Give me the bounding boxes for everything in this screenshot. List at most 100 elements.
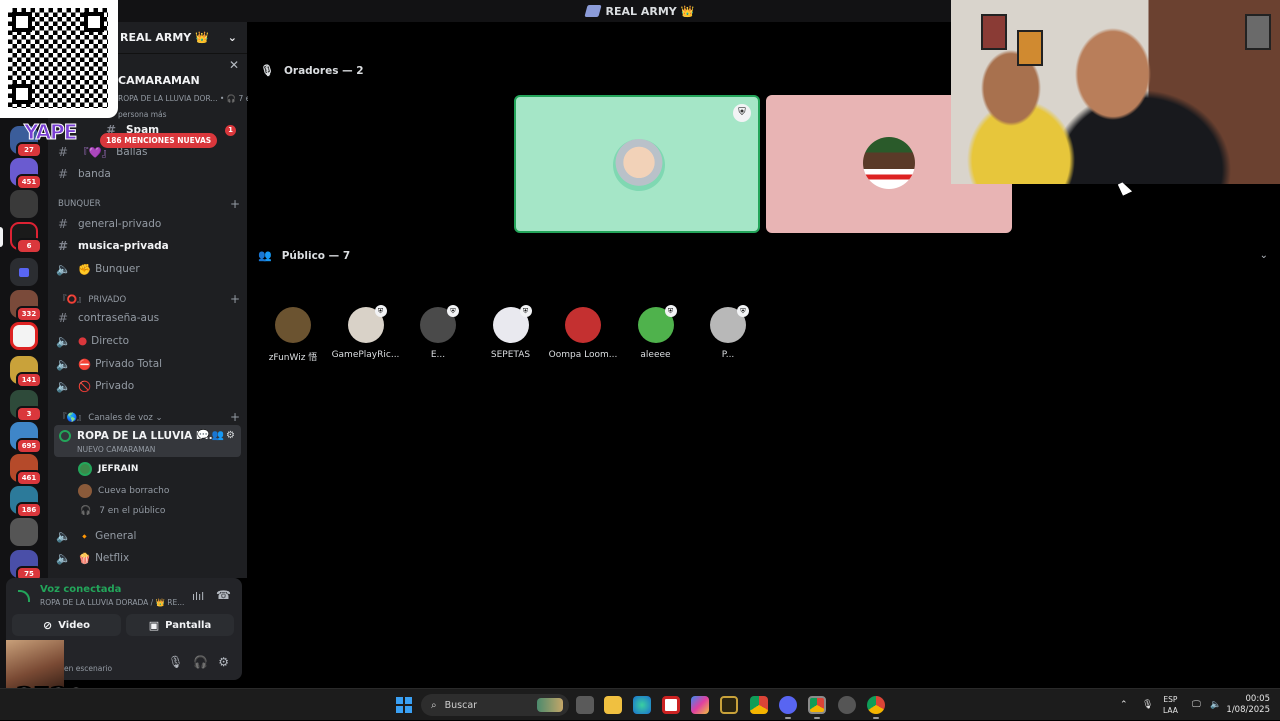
- speaker-icon: 🔈: [56, 262, 71, 276]
- folder-icon[interactable]: [10, 258, 38, 286]
- screen-share-button[interactable]: ▣ Pantalla: [126, 614, 234, 636]
- server-icon-2[interactable]: 451: [10, 158, 42, 190]
- audience-member[interactable]: ⛨ E...: [403, 305, 473, 360]
- file-explorer-icon[interactable]: [604, 696, 622, 714]
- taskbar-clock[interactable]: 00:05 1/08/2025: [1226, 694, 1270, 716]
- chrome-icon-2[interactable]: [867, 696, 885, 714]
- server-icon-11[interactable]: 186: [10, 486, 42, 518]
- gear-icon: ⚙: [218, 655, 239, 669]
- webcam-overlay: [951, 0, 1280, 184]
- snipping-tool-icon[interactable]: [662, 696, 680, 714]
- event-more: persona más: [118, 110, 167, 119]
- channel-netflix[interactable]: 🔈 🍿 Netflix: [56, 548, 242, 568]
- user-controls[interactable]: 🎙🎧⚙: [168, 655, 239, 669]
- moderator-icon: ⛨: [664, 305, 677, 317]
- server-icon-4[interactable]: 6: [10, 222, 42, 254]
- server-icon-6[interactable]: [10, 322, 38, 350]
- headphones-icon: 🎧: [80, 506, 92, 516]
- channel-bunquer[interactable]: 🔈 ✊ Bunquer: [56, 259, 242, 279]
- add-channel-icon[interactable]: +: [230, 197, 240, 211]
- audience-member[interactable]: ⛨ P...: [693, 305, 763, 360]
- unread-badge: 332: [16, 306, 42, 322]
- channel-musica-privada[interactable]: # musica-privada: [56, 236, 242, 256]
- tray-chevron-icon[interactable]: ⌃: [1120, 689, 1128, 721]
- server-icon-12[interactable]: [10, 518, 38, 546]
- audience-name: Oompa Loom...: [548, 350, 618, 360]
- video-off-icon: ⊘: [42, 618, 53, 632]
- voice-user-jefrain[interactable]: JEFRAIN: [78, 460, 138, 478]
- game-icon[interactable]: [720, 696, 738, 714]
- new-mentions-pill[interactable]: 186 MENCIONES NUEVAS: [100, 133, 218, 148]
- channel-actions[interactable]: 💬👥⚙: [197, 430, 237, 441]
- channel-general[interactable]: 🔈 🔸 General: [56, 526, 242, 546]
- audience-member[interactable]: ⛨ SEPETAS: [476, 305, 546, 360]
- channel-banda[interactable]: # banda: [56, 164, 242, 184]
- server-icon-7[interactable]: 141: [10, 356, 42, 388]
- noise-suppression-icon[interactable]: ılıl: [192, 590, 204, 603]
- audience-member[interactable]: ⛨ GamePlayRic...: [331, 305, 401, 360]
- server-icon-13[interactable]: 75: [10, 550, 42, 582]
- speakers-header: 🎙 Oradores — 2: [260, 64, 364, 77]
- discord-icon[interactable]: [779, 696, 797, 714]
- speaker-icon: 🔈: [56, 529, 71, 543]
- server-icon-5[interactable]: 332: [10, 290, 42, 322]
- server-icon-9[interactable]: 695: [10, 422, 42, 454]
- avatar: ⛨: [492, 305, 532, 343]
- voice-status[interactable]: Voz conectada: [40, 584, 121, 595]
- server-icon-3[interactable]: [10, 190, 38, 218]
- qr-code-overlay: [0, 0, 118, 118]
- speaker-icon: 🔈: [56, 379, 71, 393]
- category-voz[interactable]: 『🌎』 Canales de voz ⌄ +: [58, 410, 240, 424]
- channel-privado[interactable]: 🔈 🚫 Privado: [56, 376, 242, 396]
- audience-member[interactable]: zFunWiz 悟: [258, 307, 328, 363]
- channel-directo[interactable]: 🔈 ● Directo: [56, 331, 242, 351]
- app-icon[interactable]: [838, 696, 856, 714]
- channel-privado-total[interactable]: 🔈 ⛔ Privado Total: [56, 354, 242, 374]
- avatar: [613, 139, 665, 191]
- hash-icon: #: [57, 217, 69, 231]
- taskbar-search[interactable]: ⌕ Buscar: [421, 694, 569, 716]
- speaker-tile[interactable]: ⛨: [514, 95, 760, 233]
- channel-contrasena[interactable]: # contraseña-aus: [56, 308, 242, 328]
- add-channel-icon[interactable]: +: [230, 410, 240, 424]
- volume-icon[interactable]: 🔈: [1210, 689, 1221, 721]
- avatar: ⛨: [637, 305, 677, 343]
- copilot-icon[interactable]: [691, 696, 709, 714]
- window-title: REAL ARMY: [605, 4, 677, 18]
- add-channel-icon[interactable]: +: [230, 292, 240, 306]
- server-icon-10[interactable]: 461: [10, 454, 42, 486]
- crown-emoji: 👑: [195, 31, 209, 44]
- red-circle-icon: ●: [78, 335, 88, 347]
- video-button[interactable]: ⊘ Video: [12, 614, 121, 636]
- user-status: en escenario: [64, 664, 113, 673]
- yape-logo: YAPE: [23, 120, 77, 145]
- server-icon-8[interactable]: 3: [10, 390, 42, 422]
- network-icon[interactable]: 🖵: [1192, 689, 1201, 721]
- active-stage-channel[interactable]: ROPA DE LA LLUVIA D... NUEVO CAMARAMAN 💬…: [54, 425, 241, 457]
- channel-general-privado[interactable]: # general-privado: [56, 214, 242, 234]
- language-indicator[interactable]: ESP LAA: [1163, 694, 1178, 716]
- audience-member[interactable]: Oompa Loom...: [548, 307, 618, 360]
- edge-icon[interactable]: [633, 696, 651, 714]
- speaker-icon: 🔈: [56, 334, 71, 348]
- moderator-icon: ⛨: [519, 305, 532, 317]
- selected-server-indicator: [0, 227, 3, 247]
- category-privado[interactable]: 『⭕』 PRIVADO +: [58, 292, 240, 306]
- chevron-down-icon[interactable]: ⌄: [1260, 250, 1268, 261]
- audience-member[interactable]: ⛨ aleeee: [621, 305, 691, 360]
- windows-start-icon[interactable]: [396, 697, 412, 713]
- voice-user-cueva[interactable]: Cueva borracho: [78, 482, 169, 500]
- close-icon[interactable]: ✕: [229, 58, 239, 72]
- voice-channel-name[interactable]: ROPA DE LA LLUVIA DORADA / 👑 RE...: [40, 598, 184, 607]
- chrome-profile-icon[interactable]: [808, 696, 826, 714]
- chrome-icon[interactable]: [750, 696, 768, 714]
- search-icon: ⌕: [431, 699, 437, 711]
- disconnect-icon[interactable]: ☎: [216, 588, 231, 602]
- signal-icon[interactable]: [18, 590, 30, 602]
- stage-listeners[interactable]: 🎧 7 en el público: [78, 502, 165, 520]
- avatar: [863, 137, 915, 189]
- mic-tray-icon[interactable]: 🎙: [1142, 689, 1153, 721]
- task-view-icon[interactable]: [576, 696, 594, 714]
- category-bunquer[interactable]: BUNQUER +: [58, 197, 240, 211]
- avatar: ⛨: [420, 305, 459, 343]
